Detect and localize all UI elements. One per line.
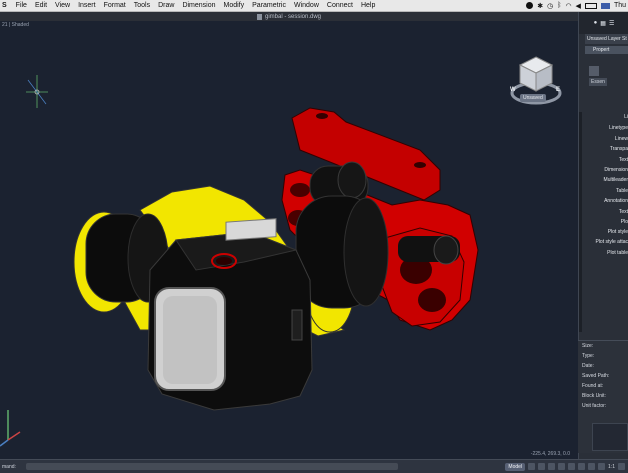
menu-file[interactable]: File: [12, 2, 31, 9]
menu-bar: S File Edit View Insert Format Tools Dra…: [0, 0, 628, 12]
prop-text[interactable]: Text: [582, 157, 628, 163]
settings-gear-icon[interactable]: [618, 463, 625, 470]
drawing-viewport[interactable]: 21 | Shaded S W E Unsaved -225.4, 269.3,…: [0, 21, 578, 459]
snap-toggle-icon[interactable]: [538, 463, 546, 470]
command-input[interactable]: [26, 463, 398, 470]
osnap-toggle-icon[interactable]: [568, 463, 576, 470]
lineweight-toggle-icon[interactable]: [588, 463, 596, 470]
polar-toggle-icon[interactable]: [558, 463, 566, 470]
prop-plot[interactable]: Plo: [582, 219, 628, 225]
menu-modify[interactable]: Modify: [220, 2, 249, 9]
palette-toolbar: ● ▦ ☰: [579, 12, 628, 34]
layer-state-dropdown[interactable]: Unsaved Layer St: [585, 34, 628, 44]
coordinate-readout: -225.4, 269.3, 0.0: [530, 451, 570, 457]
palette-grid-icon[interactable]: ▦: [600, 20, 606, 27]
ortho-toggle-icon[interactable]: [548, 463, 556, 470]
menu-insert[interactable]: Insert: [74, 2, 100, 9]
annotation-scale[interactable]: 1:1: [608, 464, 615, 470]
prop-annotation[interactable]: Annotation: [582, 198, 628, 204]
document-title: gimbal - session.dwg: [264, 13, 322, 20]
prop-plot-table[interactable]: Plot table: [582, 250, 628, 256]
prop-transparency[interactable]: Transpa: [582, 146, 628, 152]
status-circle-icon[interactable]: [526, 2, 534, 9]
model-tab[interactable]: Model: [505, 462, 526, 471]
model-canvas[interactable]: [0, 21, 578, 459]
viewcube-west-label[interactable]: W: [510, 87, 516, 93]
viewcube-east-label[interactable]: E: [556, 87, 560, 93]
document-icon: [256, 13, 262, 20]
info-unit-factor: Unit factor:: [582, 403, 607, 409]
menu-dimension[interactable]: Dimension: [178, 2, 219, 9]
menu-help[interactable]: Help: [357, 2, 379, 9]
bluetooth-alt-icon[interactable]: ᛒ: [557, 2, 561, 9]
transparency-toggle-icon[interactable]: [598, 463, 606, 470]
prop-layer[interactable]: Li: [582, 114, 628, 120]
document-titlebar: gimbal - session.dwg: [0, 12, 578, 21]
bluetooth-icon[interactable]: ✱: [537, 2, 543, 10]
info-type: Type:: [582, 353, 595, 359]
prop-table[interactable]: Table: [582, 188, 628, 194]
menu-draw[interactable]: Draw: [154, 2, 178, 9]
status-bar: mand: Model 1:1: [0, 459, 628, 473]
prop-linetype[interactable]: Linetype: [582, 125, 628, 131]
crosshair-cursor: [26, 75, 48, 108]
prop-multileader[interactable]: Multileader: [582, 177, 628, 183]
menu-parametric[interactable]: Parametric: [248, 2, 290, 9]
prop-dimension[interactable]: Dimension: [582, 167, 628, 173]
flag-icon[interactable]: [600, 2, 610, 9]
essentials-tab[interactable]: Essen: [589, 78, 607, 86]
command-label: mand:: [2, 463, 16, 470]
preview-thumbnail: [592, 423, 628, 451]
clock-text[interactable]: Thu: [614, 2, 626, 9]
time-machine-icon[interactable]: ◷: [547, 2, 553, 10]
menu-window[interactable]: Window: [290, 2, 323, 9]
viewcube[interactable]: S W E: [506, 51, 566, 111]
details-panel: Size: Type: Date: Saved Path: Found at: …: [578, 340, 628, 453]
ucs-icon: [0, 410, 21, 447]
prop-text-height[interactable]: Text: [582, 209, 628, 215]
viewport-label[interactable]: 21 | Shaded: [0, 22, 31, 28]
volume-icon[interactable]: ◀: [576, 2, 581, 10]
palette-dot-icon[interactable]: ●: [594, 20, 598, 26]
info-found-at: Found at:: [582, 383, 604, 389]
menu-edit[interactable]: Edit: [31, 2, 51, 9]
panel-scrollbar[interactable]: [579, 112, 582, 332]
prop-plot-style[interactable]: Plot style: [582, 229, 628, 235]
otrack-toggle-icon[interactable]: [578, 463, 586, 470]
properties-icon[interactable]: [589, 66, 599, 76]
menu-connect[interactable]: Connect: [323, 2, 357, 9]
prop-plot-style-attached[interactable]: Plot style attac: [582, 239, 628, 245]
info-size: Size:: [582, 343, 594, 349]
battery-icon[interactable]: [584, 2, 597, 9]
viewcube-status[interactable]: Unsaved: [520, 94, 546, 102]
grid-toggle-icon[interactable]: [528, 463, 536, 470]
menu-format[interactable]: Format: [100, 2, 130, 9]
app-menu[interactable]: S: [0, 2, 12, 9]
menu-view[interactable]: View: [51, 2, 74, 9]
menu-tools[interactable]: Tools: [130, 2, 154, 9]
properties-title[interactable]: Propert: [585, 46, 628, 54]
prop-lineweight[interactable]: Linew: [582, 136, 628, 142]
info-block-unit: Block Unit:: [582, 393, 606, 399]
info-saved-path: Saved Path:: [582, 373, 610, 379]
camera-body[interactable]: [147, 218, 313, 411]
palette-list-icon[interactable]: ☰: [609, 20, 614, 27]
info-date: Date:: [582, 363, 594, 369]
wifi-icon[interactable]: ◠: [565, 2, 571, 10]
